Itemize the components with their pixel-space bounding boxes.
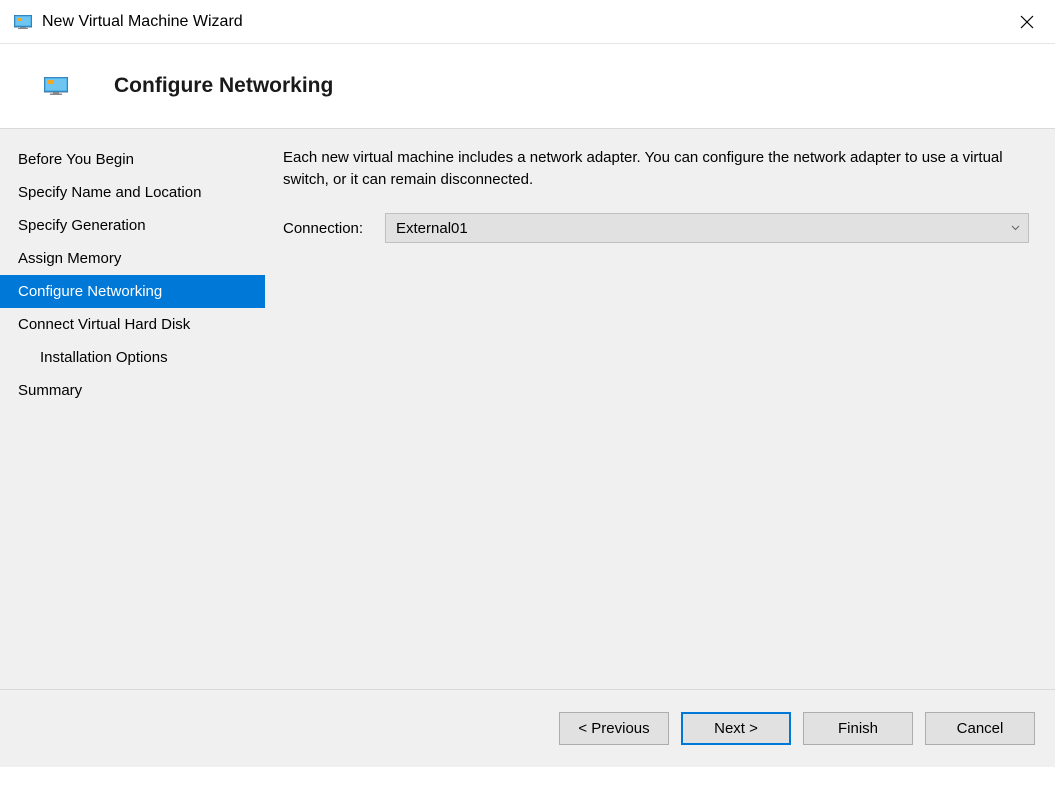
app-icon bbox=[14, 15, 32, 29]
close-button[interactable] bbox=[1005, 0, 1049, 44]
sidebar-step-3[interactable]: Assign Memory bbox=[0, 242, 265, 275]
connection-dropdown-value: External01 bbox=[396, 220, 1011, 237]
close-icon bbox=[1020, 15, 1034, 29]
sidebar-step-6[interactable]: Installation Options bbox=[0, 341, 265, 374]
sidebar-step-1[interactable]: Specify Name and Location bbox=[0, 176, 265, 209]
finish-button[interactable]: Finish bbox=[803, 712, 913, 745]
chevron-down-icon bbox=[1011, 223, 1020, 234]
connection-label: Connection: bbox=[283, 220, 373, 237]
previous-button[interactable]: < Previous bbox=[559, 712, 669, 745]
sidebar-step-5[interactable]: Connect Virtual Hard Disk bbox=[0, 308, 265, 341]
wizard-steps-sidebar: Before You BeginSpecify Name and Locatio… bbox=[0, 129, 265, 689]
sidebar-step-7[interactable]: Summary bbox=[0, 374, 265, 407]
window-title: New Virtual Machine Wizard bbox=[42, 13, 1005, 31]
sidebar-step-2[interactable]: Specify Generation bbox=[0, 209, 265, 242]
titlebar: New Virtual Machine Wizard bbox=[0, 0, 1055, 44]
sidebar-step-0[interactable]: Before You Begin bbox=[0, 143, 265, 176]
monitor-icon bbox=[44, 77, 68, 95]
connection-row: Connection: External01 bbox=[283, 213, 1029, 243]
cancel-button[interactable]: Cancel bbox=[925, 712, 1035, 745]
content-description: Each new virtual machine includes a netw… bbox=[283, 147, 1029, 191]
page-title: Configure Networking bbox=[114, 74, 333, 98]
wizard-header: Configure Networking bbox=[0, 44, 1055, 129]
next-button[interactable]: Next > bbox=[681, 712, 791, 745]
sidebar-step-4[interactable]: Configure Networking bbox=[0, 275, 265, 308]
wizard-body: Before You BeginSpecify Name and Locatio… bbox=[0, 129, 1055, 690]
wizard-content: Each new virtual machine includes a netw… bbox=[265, 129, 1055, 689]
wizard-footer: < Previous Next > Finish Cancel bbox=[0, 690, 1055, 767]
connection-dropdown[interactable]: External01 bbox=[385, 213, 1029, 243]
